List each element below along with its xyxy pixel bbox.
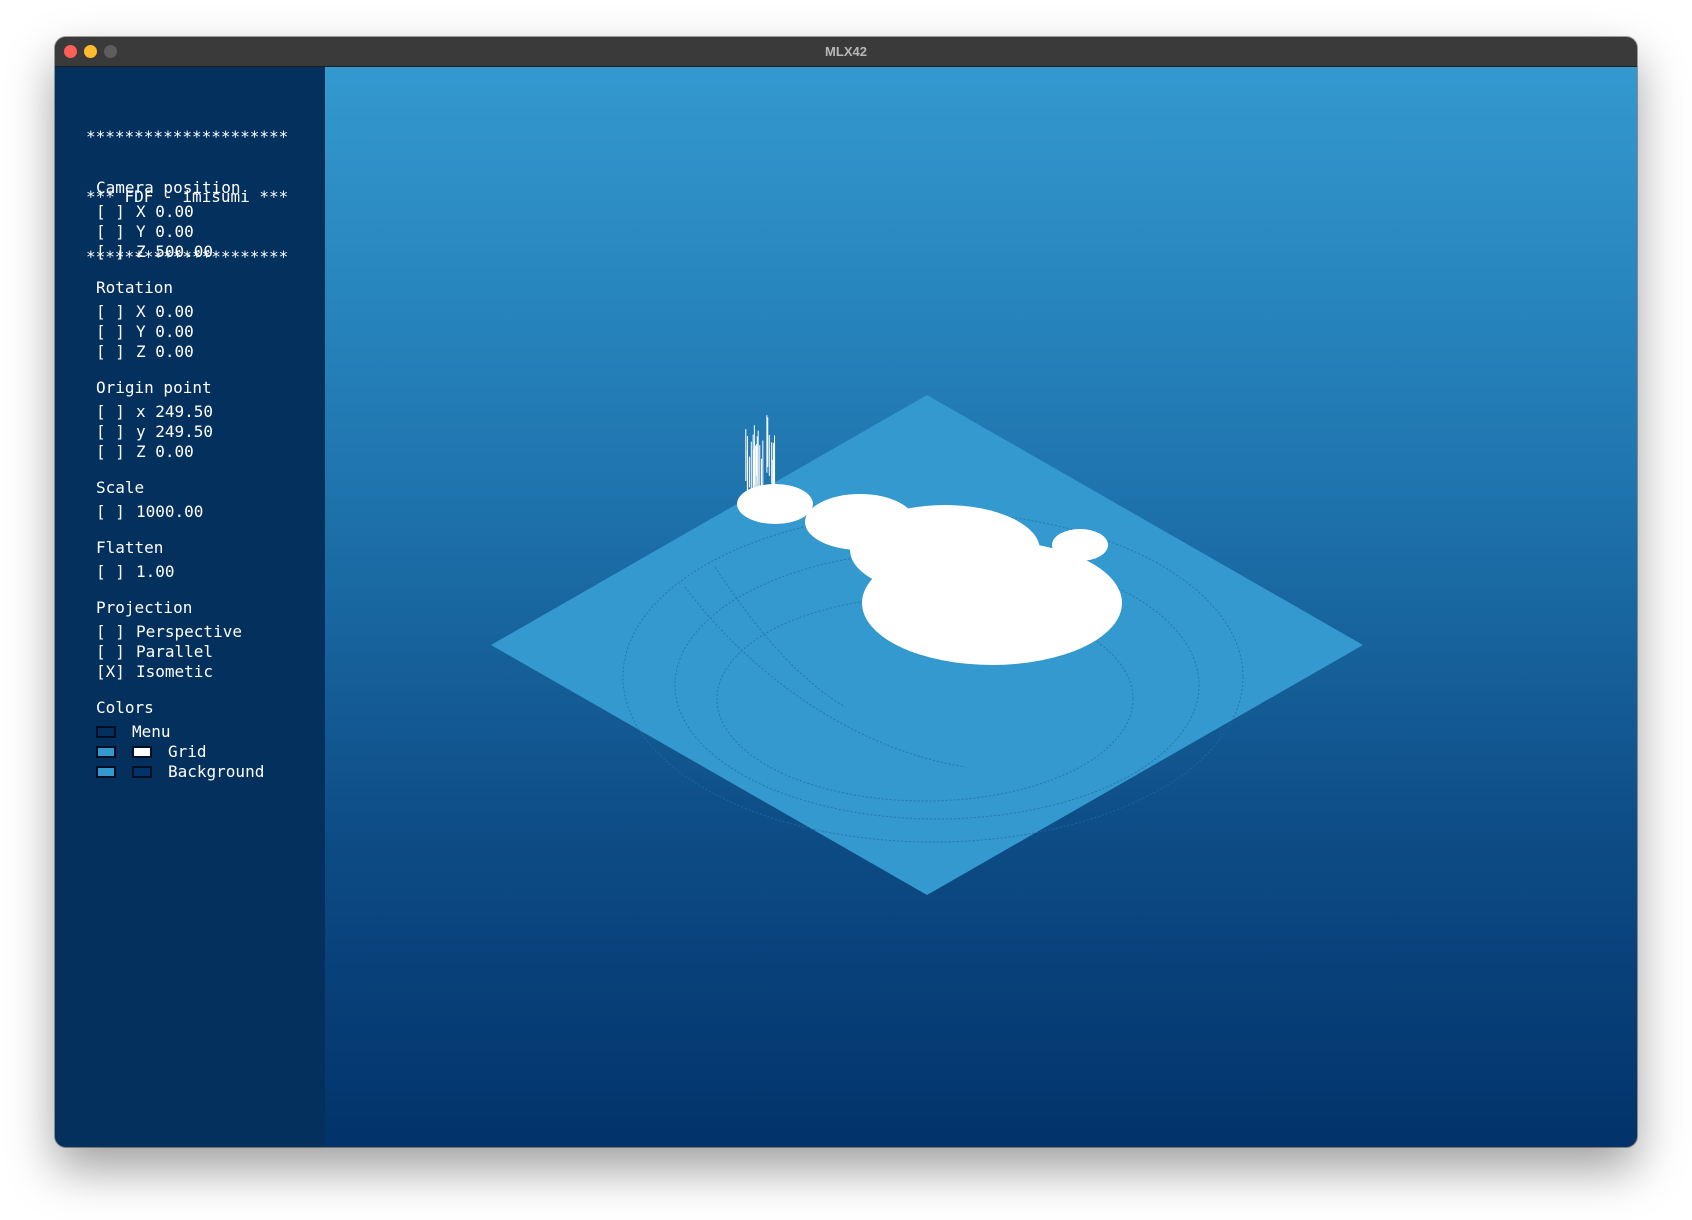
rotation-y-value: Y 0.00 xyxy=(136,322,194,341)
background-top-color-swatch[interactable] xyxy=(96,766,116,778)
rotation-z-row[interactable]: [ ] Z 0.00 xyxy=(96,342,194,362)
checkbox[interactable]: [ ] xyxy=(96,302,136,322)
projection-parallel-row[interactable]: [ ] Parallel xyxy=(96,642,242,662)
grid-color-row[interactable]: Grid xyxy=(96,742,264,762)
checkbox[interactable]: [ ] xyxy=(96,442,136,462)
checkbox[interactable]: [ ] xyxy=(96,402,136,422)
camera-position-section: Camera position [ ] X 0.00 [ ] Y 0.00 [ ] Z… xyxy=(96,178,241,262)
checkbox[interactable]: [ ] xyxy=(96,562,136,582)
rotation-x-row[interactable]: [ ] X 0.00 xyxy=(96,302,194,322)
title-bar[interactable]: MLX42 xyxy=(55,37,1637,67)
projection-isometric-row[interactable]: [X] Isometic xyxy=(96,662,242,682)
camera-x-value: X 0.00 xyxy=(136,202,194,221)
camera-y-row[interactable]: [ ] Y 0.00 xyxy=(96,222,241,242)
section-title: Origin point xyxy=(96,378,212,397)
window-content: ********************* *** FDF - imisumi … xyxy=(55,67,1637,1147)
scale-section: Scale [ ] 1000.00 xyxy=(96,478,203,522)
scale-row[interactable]: [ ] 1000.00 xyxy=(96,502,203,522)
projection-perspective-label: Perspective xyxy=(136,622,242,641)
grid-high-color-swatch[interactable] xyxy=(132,746,152,758)
projection-section: Projection [ ] Perspective [ ] Parallel [X… xyxy=(96,598,242,682)
rotation-z-value: Z 0.00 xyxy=(136,342,194,361)
checkbox[interactable]: [ ] xyxy=(96,322,136,342)
camera-z-value: Z 500.00 xyxy=(136,242,214,261)
flatten-section: Flatten [ ] 1.00 xyxy=(96,538,175,582)
section-title: Colors xyxy=(96,698,154,717)
section-title: Scale xyxy=(96,478,145,497)
menu-color-row[interactable]: Menu xyxy=(96,722,264,742)
colors-section: Colors Menu Grid Background xyxy=(96,698,264,782)
flatten-value: 1.00 xyxy=(136,562,175,581)
origin-z-row[interactable]: [ ] Z 0.00 xyxy=(96,442,213,462)
projection-parallel-label: Parallel xyxy=(136,642,214,661)
scale-value: 1000.00 xyxy=(136,502,204,521)
menu-panel: ********************* *** FDF - imisumi … xyxy=(55,67,325,1147)
window-title: MLX42 xyxy=(825,44,867,59)
camera-z-row[interactable]: [ ] Z 500.00 xyxy=(96,242,241,262)
section-title: Projection xyxy=(96,598,193,617)
checkbox[interactable]: [ ] xyxy=(96,502,136,522)
rotation-y-row[interactable]: [ ] Y 0.00 xyxy=(96,322,194,342)
checkbox[interactable]: [ ] xyxy=(96,342,136,362)
banner-line: ********************* xyxy=(86,127,289,146)
flatten-row[interactable]: [ ] 1.00 xyxy=(96,562,175,582)
background-bottom-color-swatch[interactable] xyxy=(132,766,152,778)
grid-color-label: Grid xyxy=(168,742,207,761)
background-color-row[interactable]: Background xyxy=(96,762,264,782)
menu-color-swatch[interactable] xyxy=(96,726,116,738)
section-title: Camera position xyxy=(96,178,241,197)
checkbox-checked[interactable]: [X] xyxy=(96,662,136,682)
wireframe-render xyxy=(491,395,1363,895)
rotation-x-value: X 0.00 xyxy=(136,302,194,321)
render-viewport[interactable] xyxy=(325,67,1637,1147)
checkbox[interactable]: [ ] xyxy=(96,642,136,662)
app-window: MLX42 ********************* *** FDF - im… xyxy=(55,37,1637,1147)
origin-x-value: x 249.50 xyxy=(136,402,214,421)
origin-z-value: Z 0.00 xyxy=(136,442,194,461)
origin-x-row[interactable]: [ ] x 249.50 xyxy=(96,402,213,422)
camera-y-value: Y 0.00 xyxy=(136,222,194,241)
section-title: Flatten xyxy=(96,538,164,557)
checkbox[interactable]: [ ] xyxy=(96,222,136,242)
origin-y-value: y 249.50 xyxy=(136,422,214,441)
checkbox[interactable]: [ ] xyxy=(96,202,136,222)
menu-color-label: Menu xyxy=(132,722,171,741)
section-title: Rotation xyxy=(96,278,174,297)
grid-low-color-swatch[interactable] xyxy=(96,746,116,758)
camera-x-row[interactable]: [ ] X 0.00 xyxy=(96,202,241,222)
rotation-section: Rotation [ ] X 0.00 [ ] Y 0.00 [ ] Z 0.00 xyxy=(96,278,194,362)
background-color-label: Background xyxy=(168,762,265,781)
projection-isometric-label: Isometic xyxy=(136,662,214,681)
checkbox[interactable]: [ ] xyxy=(96,622,136,642)
checkbox[interactable]: [ ] xyxy=(96,242,136,262)
checkbox[interactable]: [ ] xyxy=(96,422,136,442)
projection-perspective-row[interactable]: [ ] Perspective xyxy=(96,622,242,642)
origin-y-row[interactable]: [ ] y 249.50 xyxy=(96,422,213,442)
origin-point-section: Origin point [ ] x 249.50 [ ] y 249.50 [ ]… xyxy=(96,378,213,462)
